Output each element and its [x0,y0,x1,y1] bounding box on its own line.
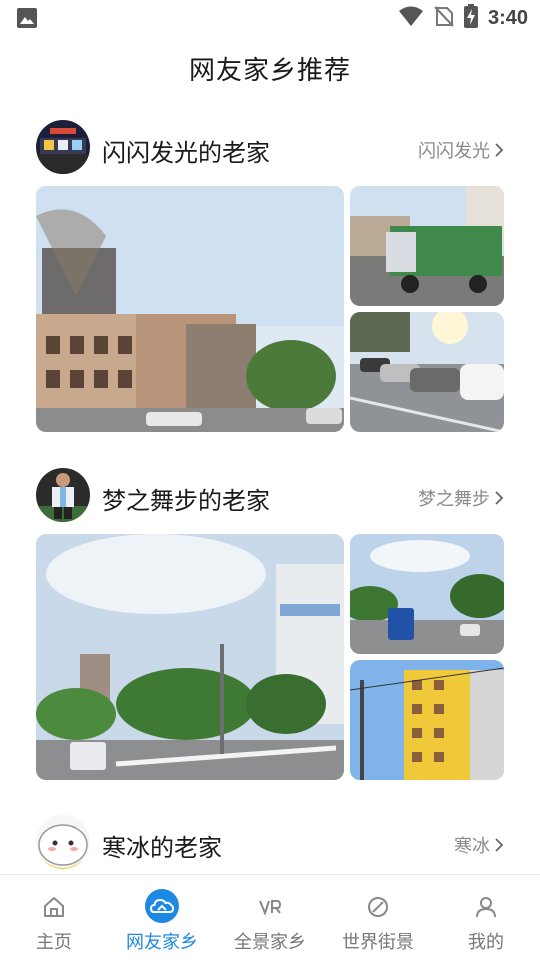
photo-tertiary[interactable] [350,312,504,432]
photo-tertiary[interactable] [350,660,504,780]
nav-label: 全景家乡 [234,932,306,953]
image-icon [16,7,38,29]
photo-secondary[interactable] [350,534,504,654]
photo-main[interactable] [36,534,344,780]
hometown-card[interactable]: 寒冰的老家 寒冰 [36,815,504,871]
photo-grid [36,534,504,780]
card-header: 梦之舞步的老家 梦之舞步 [36,468,504,524]
card-title[interactable]: 梦之舞步的老家 [102,481,270,516]
chevron-right-icon [495,143,504,157]
nav-label: 我的 [468,932,504,953]
home-icon [44,897,64,917]
page-title: 网友家乡推荐 [188,56,351,86]
hometown-card[interactable]: 闪闪发光的老家 闪闪发光 [36,120,504,432]
card-more-label: 寒冰 [454,836,490,857]
bottom-nav: 主页 网友家乡 全景家乡 世界街景 我的 [0,874,540,960]
hometown-card[interactable]: 梦之舞步的老家 梦之舞步 [36,468,504,780]
avatar[interactable] [36,468,90,522]
status-icons: 3:40 [398,4,528,32]
status-bar: 3:40 [0,0,540,36]
cloud-home-icon [145,889,179,923]
nav-label: 网友家乡 [126,932,198,953]
nav-item-netizen-hometown[interactable]: 网友家乡 [108,875,216,960]
card-more-link[interactable]: 寒冰 [454,832,504,858]
nav-item-world-streetview[interactable]: 世界街景 [324,875,432,960]
nav-label: 主页 [36,932,72,953]
wifi-icon [398,5,424,31]
user-icon [476,897,496,918]
card-header: 闪闪发光的老家 闪闪发光 [36,120,504,176]
avatar[interactable] [36,120,90,174]
avatar[interactable] [36,815,90,869]
chevron-right-icon [495,491,504,505]
photo-main[interactable] [36,186,344,432]
card-more-link[interactable]: 梦之舞步 [418,485,504,511]
chevron-right-icon [495,838,504,852]
card-title[interactable]: 寒冰的老家 [102,828,222,863]
card-title[interactable]: 闪闪发光的老家 [102,133,270,168]
photo-grid [36,186,504,432]
card-more-label: 梦之舞步 [418,489,490,510]
card-more-link[interactable]: 闪闪发光 [418,137,504,163]
status-time: 3:40 [487,6,528,29]
nav-item-mine[interactable]: 我的 [432,875,540,960]
nav-item-panorama-hometown[interactable]: 全景家乡 [216,875,324,960]
nav-label: 世界街景 [342,932,414,953]
battery-charging-icon [463,4,478,32]
compass-leaf-icon [368,897,388,917]
card-header: 寒冰的老家 寒冰 [36,815,504,871]
photo-secondary[interactable] [350,186,504,306]
vr-icon [259,900,282,916]
nav-item-home[interactable]: 主页 [0,875,108,960]
card-more-label: 闪闪发光 [418,141,490,162]
no-sim-icon [434,5,454,31]
